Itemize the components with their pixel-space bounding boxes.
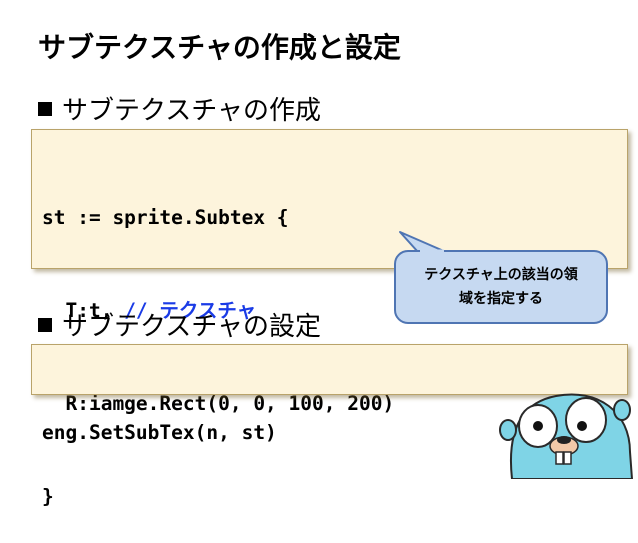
go-gopher-icon (499, 393, 634, 479)
callout-line: 域を指定する (459, 291, 543, 307)
bullet-label: サブテクスチャの作成 (62, 96, 321, 126)
slide-title: サブテクスチャの作成と設定 (38, 31, 401, 64)
callout-bubble: テクスチャ上の該当の領 域を指定する (394, 250, 608, 324)
bullet-square-icon (38, 101, 52, 116)
bullet-set-subtexture: サブテクスチャの設定 (38, 306, 321, 343)
callout-line: テクスチャ上の該当の領 (424, 267, 578, 283)
code-line: st := sprite.Subtex { (42, 206, 289, 229)
code-line: } (42, 485, 54, 508)
bullet-label: サブテクスチャの設定 (62, 312, 321, 342)
bullet-square-icon (38, 317, 52, 332)
bullet-create-subtexture: サブテクスチャの作成 (38, 90, 321, 127)
code-block-create: st := sprite.Subtex { T:t, // テクスチャ R:ia… (31, 129, 628, 508)
